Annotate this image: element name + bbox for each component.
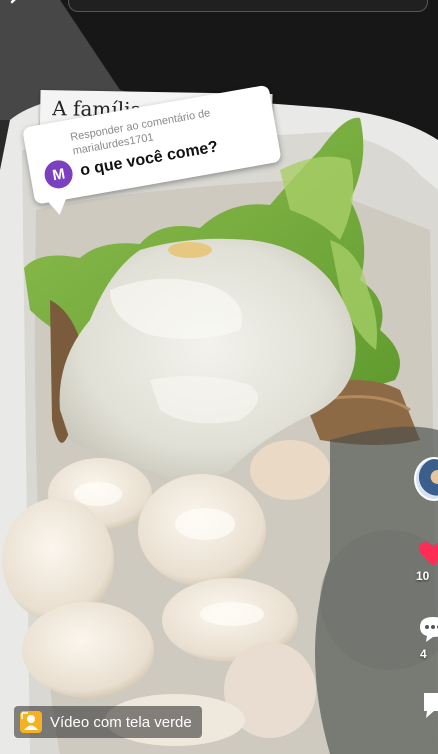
heart-icon[interactable] bbox=[418, 541, 438, 567]
effect-label-text: Vídeo com tela verde bbox=[50, 713, 192, 731]
action-rail: 10 4 bbox=[414, 455, 438, 754]
like-count: 10 bbox=[416, 569, 430, 583]
green-screen-effect-label[interactable]: Vídeo com tela verde bbox=[14, 706, 202, 738]
sticker-tail bbox=[47, 197, 70, 217]
green-screen-icon bbox=[20, 711, 42, 733]
search-bar-partial[interactable] bbox=[68, 0, 428, 12]
back-arrow-icon[interactable] bbox=[10, 0, 30, 8]
comment-count: 4 bbox=[420, 647, 427, 661]
comment-icon[interactable] bbox=[418, 615, 438, 643]
creator-avatar[interactable] bbox=[414, 457, 438, 501]
share-icon[interactable] bbox=[420, 689, 438, 719]
commenter-avatar: M bbox=[42, 158, 75, 191]
